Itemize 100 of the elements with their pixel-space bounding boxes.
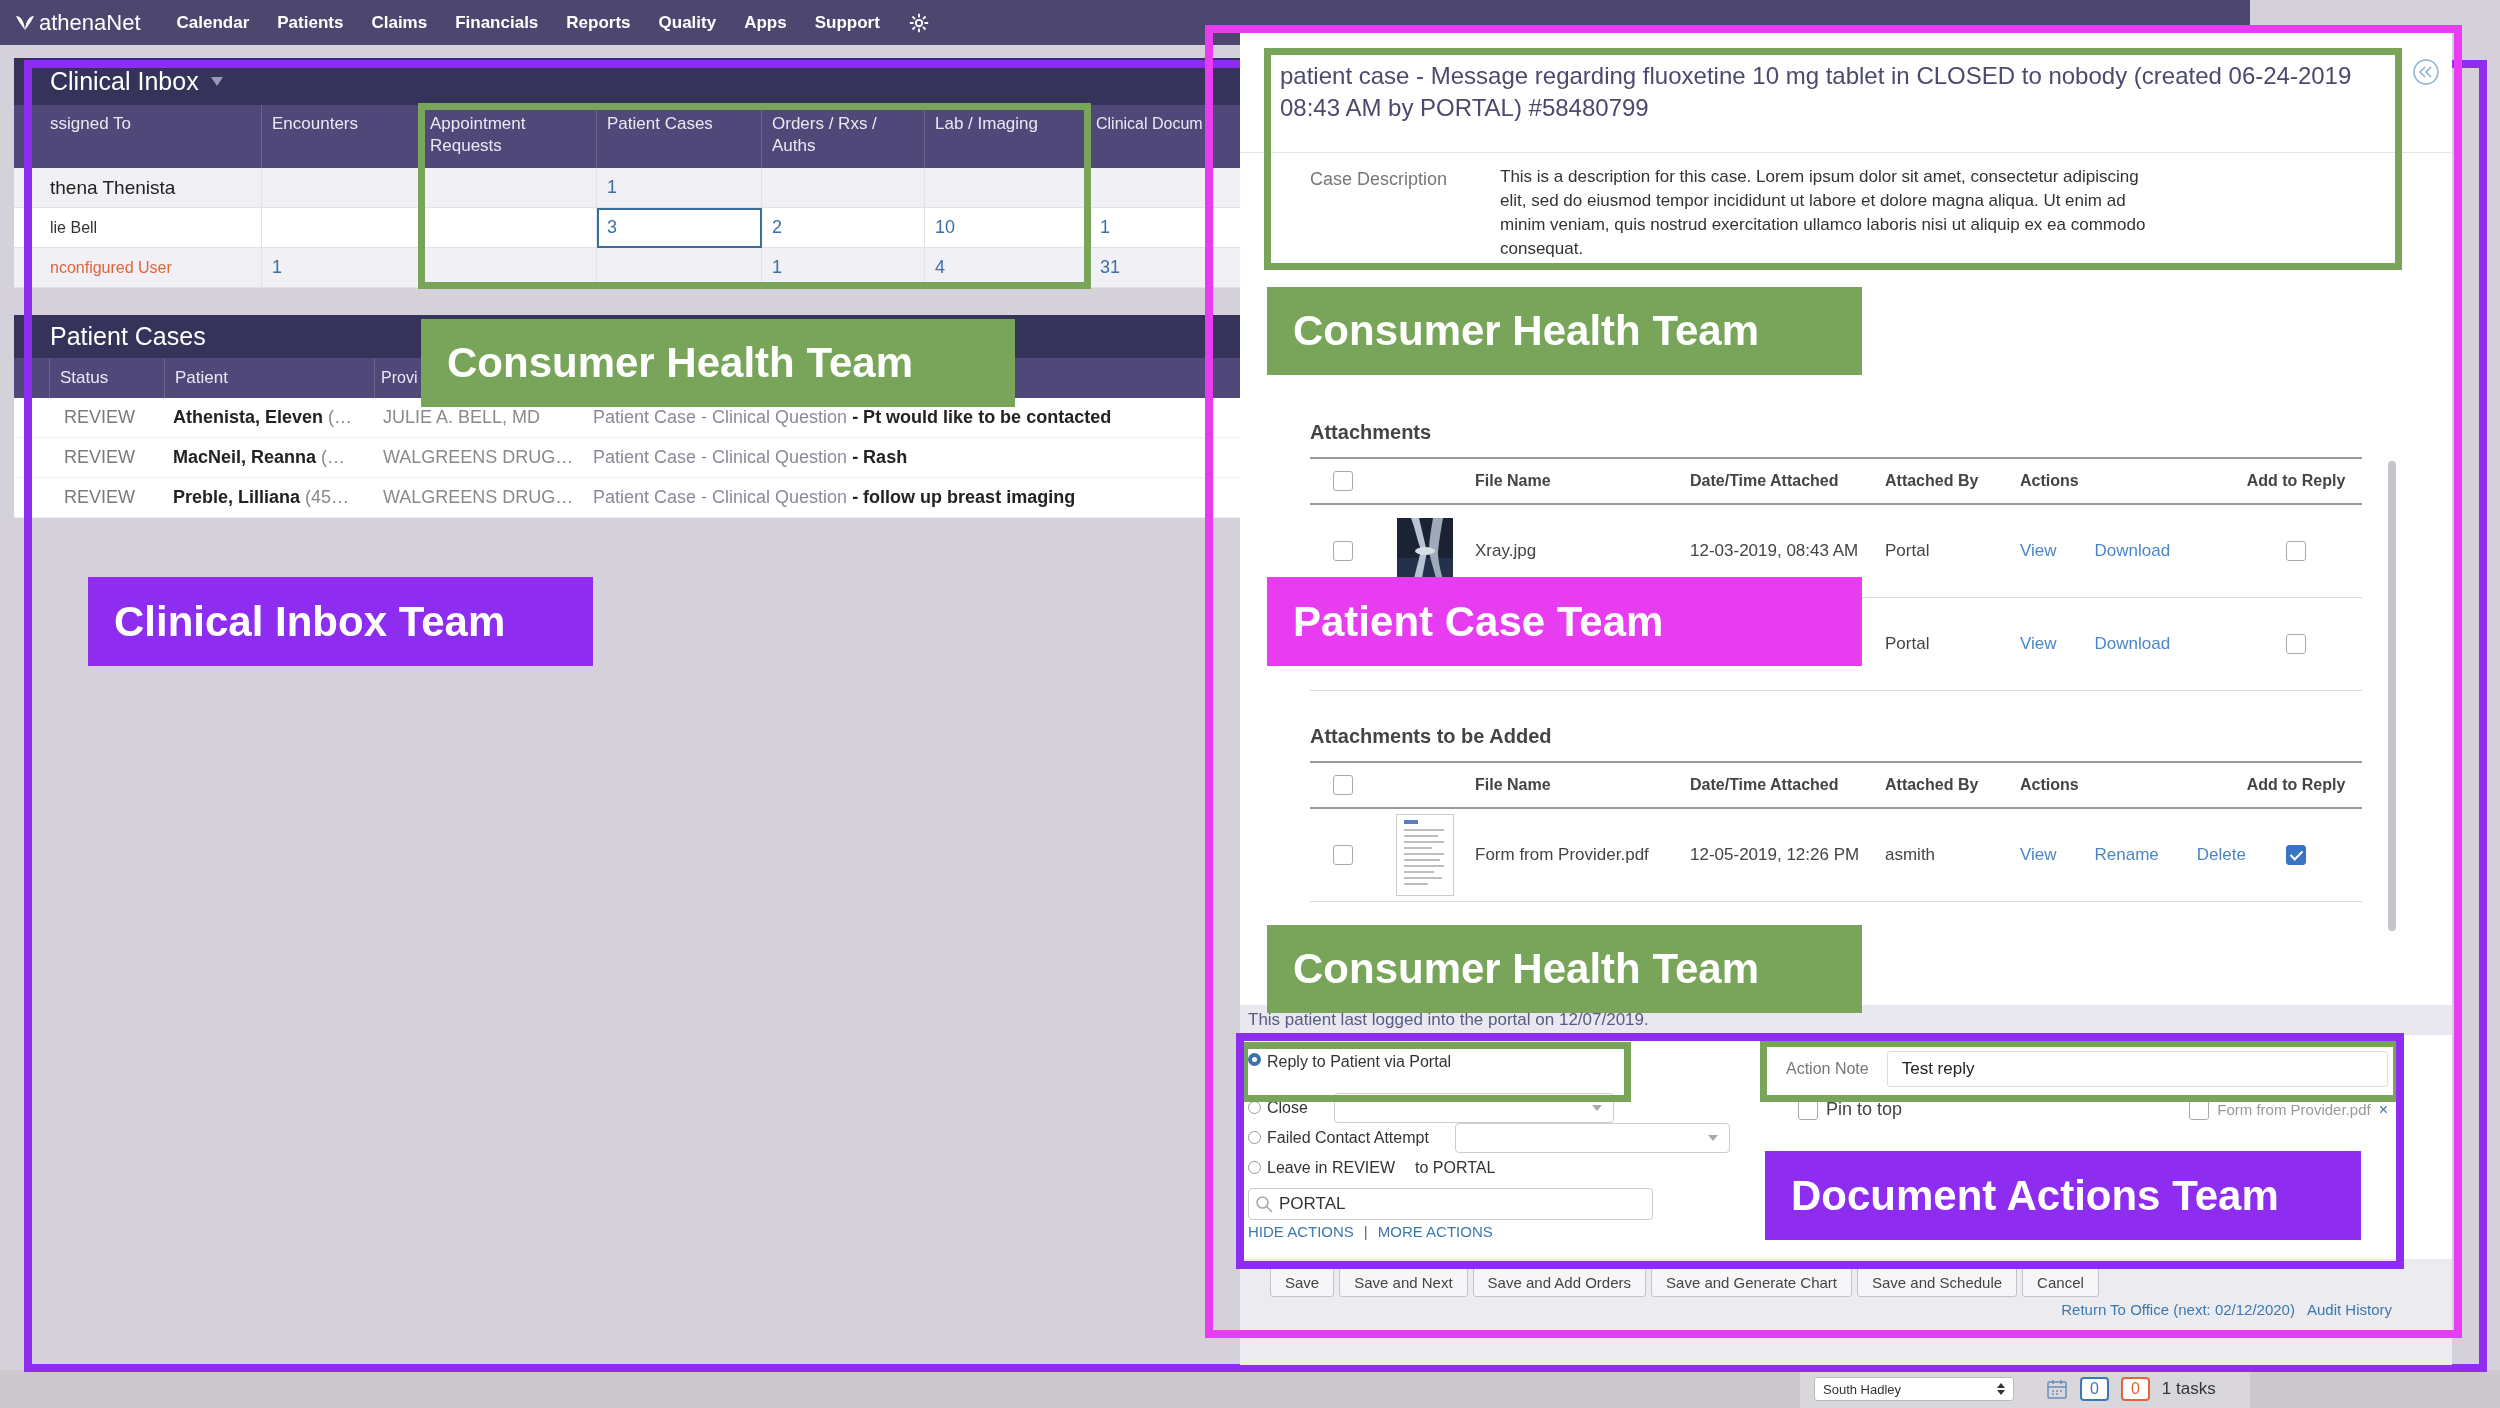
column-header: Actions bbox=[2020, 776, 2079, 794]
department-select[interactable]: South Hadley bbox=[1814, 1377, 2014, 1401]
menu-item[interactable]: Patients bbox=[277, 12, 344, 33]
attached-by: asmith bbox=[1885, 845, 1937, 865]
menu-item[interactable]: Reports bbox=[566, 12, 631, 33]
updown-icon bbox=[1997, 1383, 2005, 1395]
column-header: Patient bbox=[165, 358, 375, 398]
date-time: 12-03-2019, 08:43 AM bbox=[1690, 541, 1860, 561]
menu-item[interactable]: Apps bbox=[744, 12, 787, 33]
count-link[interactable]: 1 bbox=[272, 257, 282, 278]
action-button[interactable]: Cancel bbox=[2022, 1267, 2099, 1297]
column-header: Date/Time Attached bbox=[1690, 472, 1839, 489]
checkbox[interactable] bbox=[1332, 845, 1353, 865]
checkbox[interactable] bbox=[2286, 541, 2306, 561]
menu-item[interactable]: Financials bbox=[455, 12, 539, 33]
action-link[interactable]: Download bbox=[2094, 634, 2171, 654]
link[interactable]: Return To Office (next: 02/12/2020) bbox=[2061, 1301, 2295, 1365]
annotation-label: Consumer Health Team bbox=[421, 319, 1015, 407]
field-label: Action Note bbox=[1786, 1060, 1869, 1078]
menu-item[interactable]: Quality bbox=[658, 12, 717, 33]
attachment-name: Form from Provider.pdf bbox=[2217, 1101, 2371, 1118]
count-link[interactable]: 1 bbox=[1100, 217, 1110, 238]
dropdown[interactable] bbox=[1333, 1092, 1614, 1123]
column-header: File Name bbox=[1475, 776, 1551, 793]
annotation-label: Patient Case Team bbox=[1267, 577, 1862, 666]
table-cell: thena Thenista bbox=[14, 168, 262, 208]
checkbox[interactable] bbox=[1332, 775, 1353, 795]
search-field[interactable]: PORTAL bbox=[1248, 1188, 1653, 1220]
action-button[interactable]: Save and Add Orders bbox=[1472, 1267, 1647, 1297]
count-link[interactable]: 1 bbox=[607, 177, 617, 198]
calendar-icon[interactable] bbox=[2046, 1378, 2068, 1400]
action-link[interactable]: Rename bbox=[2094, 845, 2159, 865]
radio-button[interactable] bbox=[1248, 1161, 1261, 1174]
section-heading: Attachments bbox=[1310, 421, 1433, 445]
checkbox-label: Pin to top bbox=[1826, 1099, 1903, 1120]
column-header: Add to Reply bbox=[2246, 472, 2346, 490]
separator: | bbox=[1363, 1223, 1368, 1240]
column-header: Attached By bbox=[1885, 472, 1979, 489]
collapse-icon[interactable] bbox=[2412, 58, 2440, 86]
checkbox[interactable] bbox=[2286, 845, 2306, 865]
link[interactable]: MORE ACTIONS bbox=[1377, 1223, 1493, 1240]
action-note-field[interactable]: Test reply bbox=[1886, 1051, 2388, 1087]
action-link[interactable]: View bbox=[2020, 845, 2057, 865]
checkbox[interactable] bbox=[1332, 541, 1353, 561]
annotation-label: Document Actions Team bbox=[1765, 1151, 2361, 1240]
action-button[interactable]: Save and Schedule bbox=[1857, 1267, 2018, 1297]
panel-title: Clinical Inbox bbox=[50, 67, 199, 96]
count-link[interactable]: 3 bbox=[607, 217, 617, 238]
attached-by: Portal bbox=[1885, 634, 1931, 654]
case-description: This is a description for this case. Lorem ipsum dolor sit amet, consectetur adipiscing elit, sed do eiusmod tempor incididunt ut labore et dolore magna aliqua. Ut enim ad minim veniam, quis nostrud exercitation ullamco laboris nisi ut aliquip ex ea commodo consequat. bbox=[1500, 166, 2147, 260]
column-header: Encounters bbox=[262, 105, 420, 168]
column-header: Actions bbox=[2020, 472, 2079, 490]
column-header: File Name bbox=[1475, 472, 1551, 489]
checkbox[interactable] bbox=[2286, 634, 2306, 654]
caret-icon bbox=[1706, 1133, 1719, 1142]
radio-button[interactable] bbox=[1248, 1053, 1261, 1066]
menu-item[interactable]: Claims bbox=[371, 12, 428, 33]
action-link[interactable]: View bbox=[2020, 541, 2057, 561]
radio-button[interactable] bbox=[1248, 1131, 1261, 1144]
checkbox[interactable] bbox=[1332, 471, 1353, 491]
count-badge[interactable]: 0 bbox=[2120, 1377, 2150, 1401]
action-button[interactable]: Save and Next bbox=[1339, 1267, 1468, 1297]
option-label: Leave in REVIEW bbox=[1267, 1158, 1396, 1177]
table-cell: nconfigured User bbox=[14, 248, 262, 288]
menu-item[interactable]: Calendar bbox=[176, 12, 250, 33]
column-header: ssigned To bbox=[14, 105, 262, 168]
column-header: Date/Time Attached bbox=[1690, 776, 1839, 793]
action-link[interactable]: Delete bbox=[2196, 845, 2246, 865]
date-time: 12-05-2019, 12:26 PM bbox=[1690, 845, 1861, 865]
action-button[interactable]: Save bbox=[1270, 1267, 1335, 1297]
column-header: Add to Reply bbox=[2246, 776, 2346, 794]
tasks-count[interactable]: 1 tasks bbox=[2161, 1379, 2216, 1399]
count-link[interactable]: 4 bbox=[935, 257, 945, 278]
remove-button[interactable]: × bbox=[2378, 1100, 2388, 1119]
option-label: Reply to Patient via Portal bbox=[1267, 1053, 1452, 1071]
action-link[interactable]: Download bbox=[2094, 541, 2171, 561]
action-link[interactable]: View bbox=[2020, 634, 2057, 654]
panel-title: Patient Cases bbox=[50, 322, 206, 351]
dropdown-icon[interactable] bbox=[210, 77, 223, 86]
link[interactable]: HIDE ACTIONS bbox=[1248, 1223, 1354, 1240]
count-link[interactable]: 2 bbox=[772, 217, 782, 238]
option-label: Failed Contact Attempt bbox=[1267, 1128, 1429, 1147]
file-name: Xray.jpg bbox=[1475, 541, 1538, 561]
count-link[interactable]: 31 bbox=[1100, 257, 1121, 278]
menu-item[interactable]: Support bbox=[814, 12, 880, 33]
search-icon bbox=[1255, 1195, 1273, 1213]
count-badge[interactable]: 0 bbox=[2080, 1377, 2109, 1401]
scrollbar[interactable] bbox=[2388, 461, 2396, 931]
settings-icon[interactable] bbox=[907, 11, 930, 34]
count-link[interactable]: 1 bbox=[772, 257, 782, 278]
option-label: Close bbox=[1267, 1098, 1308, 1117]
column-header: Status bbox=[50, 358, 165, 398]
option-label: to PORTAL bbox=[1415, 1158, 1496, 1177]
dropdown[interactable] bbox=[1454, 1122, 1730, 1153]
annotation-label: Consumer Health Team bbox=[1267, 287, 1862, 375]
count-link[interactable]: 10 bbox=[935, 217, 956, 238]
section-heading: Attachments to be Added bbox=[1310, 725, 1553, 749]
action-button[interactable]: Save and Generate Chart bbox=[1651, 1267, 1852, 1297]
case-title: patient case - Message regarding fluoxetine 10 mg tablet in CLOSED to nobody (created 06-24-2019 08:43 AM by PORTAL) #58480799 bbox=[1280, 61, 2353, 123]
link[interactable]: Audit History bbox=[2306, 1301, 2392, 1365]
